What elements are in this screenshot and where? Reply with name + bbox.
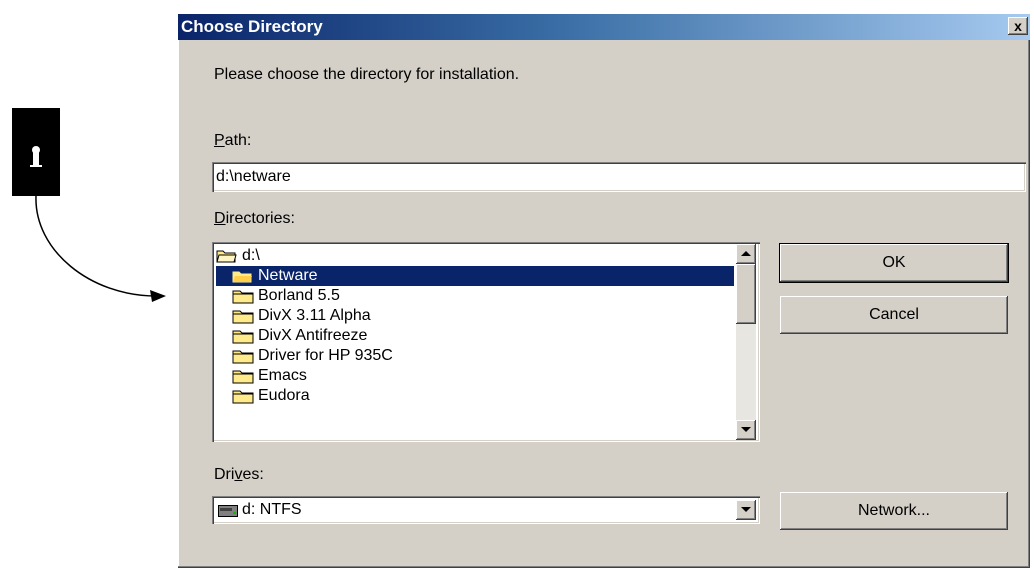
dropdown-button[interactable] [736,500,756,520]
arrow-up-icon [741,251,751,256]
list-item-netware[interactable]: Netware [216,266,734,286]
directories-listbox[interactable]: d:\ Netware Borland 5.5 DivX 3.11 Alpha … [212,242,760,442]
drive-icon [218,504,238,517]
drives-dropdown[interactable]: d: NTFS [212,496,760,524]
list-item-label: Eudora [258,387,310,404]
cancel-button[interactable]: Cancel [780,296,1008,334]
close-button[interactable]: x [1008,17,1028,35]
list-item[interactable]: Borland 5.5 [232,286,340,306]
list-item-label: Borland 5.5 [258,287,340,304]
path-field-frame [212,162,1026,192]
list-item-label: d:\ [242,247,260,264]
list-item[interactable]: Emacs [232,366,307,386]
dialog-title: Choose Directory [181,17,323,36]
title-bar: Choose Directory x [178,14,1030,40]
path-label: Path: [214,132,251,150]
folder-icon [232,348,254,364]
ok-button[interactable]: OK [780,244,1008,282]
folder-icon [232,288,254,304]
instruction-text: Please choose the directory for installa… [214,66,520,83]
choose-directory-dialog: Choose Directory x Please choose the dir… [178,14,1030,568]
list-item-label: Netware [258,267,318,284]
scroll-down-button[interactable] [736,420,756,440]
folder-open-icon [232,268,254,284]
scroll-thumb[interactable] [736,264,756,324]
list-item[interactable]: DivX Antifreeze [232,326,367,346]
drives-label: Drives: [214,466,264,484]
path-label-rest: ath: [224,132,252,149]
folder-icon [232,368,254,384]
directories-label: Directories: [214,210,295,228]
arrow-down-icon [741,427,751,432]
callout [0,0,180,330]
chevron-down-icon [741,507,751,512]
network-button[interactable]: Network... [780,492,1008,530]
note-marker [12,108,60,196]
path-label-accel: P [214,132,225,149]
drives-label-pre: Dri [214,466,235,483]
drives-label-rest: es: [242,466,264,483]
drives-selected-value: d: NTFS [218,500,302,520]
folder-icon [232,308,254,324]
drives-selected-label: d: NTFS [242,501,302,518]
list-item[interactable]: DivX 3.11 Alpha [232,306,371,326]
list-item-label: DivX 3.11 Alpha [258,307,371,324]
list-item-label: Driver for HP 935C [258,347,393,364]
folder-open-icon [216,248,238,264]
folder-icon [232,388,254,404]
directories-label-accel: D [214,210,226,227]
list-item-label: DivX Antifreeze [258,327,368,344]
list-item-label: Emacs [258,367,307,384]
list-item-root[interactable]: d:\ [216,246,260,266]
path-input[interactable] [216,166,1016,188]
folder-icon [232,328,254,344]
list-item[interactable]: Driver for HP 935C [232,346,393,366]
scroll-up-button[interactable] [736,244,756,264]
close-icon: x [1014,18,1022,34]
keyhole-icon [30,146,42,167]
directories-scrollbar[interactable] [736,244,756,440]
directories-label-rest: irectories: [225,210,295,227]
list-item[interactable]: Eudora [232,386,310,406]
